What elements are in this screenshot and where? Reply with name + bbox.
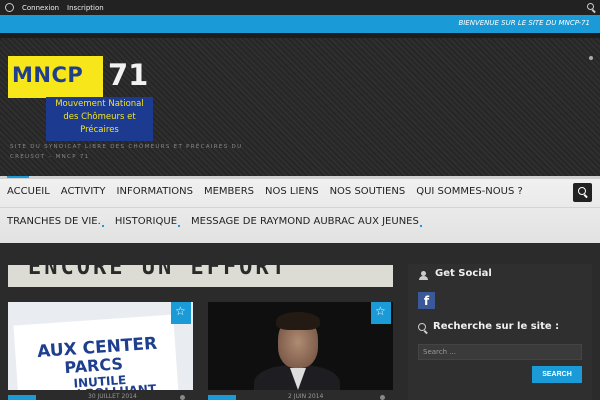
- users-icon: [418, 271, 430, 280]
- submenu-indicator-icon: [419, 225, 422, 227]
- category-badge[interactable]: [208, 395, 236, 400]
- admin-search-icon[interactable]: [587, 3, 596, 12]
- nav-item-accueil[interactable]: ACCUEIL: [0, 176, 54, 197]
- admin-bar: Connexion Inscription: [0, 0, 600, 15]
- submenu-indicator-icon: [101, 225, 104, 227]
- nav-item-informations[interactable]: INFORMATIONS: [110, 186, 197, 197]
- protest-sign-image: AUX CENTER PARCS INUTILE Grand POLLUANT: [13, 314, 179, 390]
- welcome-text: BIENVENUE SUR LE SITE DU MNCP-71: [458, 19, 590, 27]
- nav-item-historique[interactable]: HISTORIQUE: [108, 216, 184, 227]
- welcome-bar: BIENVENUE SUR LE SITE DU MNCP-71: [0, 15, 600, 33]
- post-meta-2: 2 JUIN 2014: [208, 393, 393, 400]
- logo-line-2: des Chômeurs et: [63, 112, 136, 122]
- nav-row-1: ACCUEIL ACTIVITY INFORMATIONS MEMBERS NO…: [0, 176, 527, 197]
- logo-mncp[interactable]: MNCP: [8, 56, 103, 98]
- favorite-star-icon[interactable]: [371, 302, 391, 324]
- logo-line-3: Précaires: [80, 125, 119, 135]
- site-tagline: SITE DU SYNDICAT LIBRE DES CHÔMEURS ET P…: [10, 144, 243, 160]
- nav-item-members[interactable]: MEMBERS: [197, 186, 258, 197]
- post-date: 30 JUILLET 2014: [88, 393, 137, 400]
- search-input[interactable]: [418, 344, 582, 360]
- register-link[interactable]: Inscription: [67, 4, 104, 12]
- comment-icon[interactable]: [180, 395, 185, 400]
- nav-divider: [0, 207, 600, 208]
- login-link[interactable]: Connexion: [22, 4, 59, 12]
- nav-top-border: [0, 176, 600, 179]
- nav-label-message-aubrac: MESSAGE DE RAYMOND AUBRAC AUX JEUNES: [191, 216, 419, 227]
- sidebar: Get Social f Recherche sur le site : SEA…: [408, 264, 592, 400]
- post-date: 2 JUIN 2014: [288, 393, 324, 400]
- widget-title-search: Recherche sur le site :: [433, 321, 560, 332]
- wordpress-logo-icon[interactable]: [0, 0, 18, 15]
- slider-image-text: ENCORE UN EFFORT: [28, 265, 288, 280]
- nav-item-message-aubrac[interactable]: MESSAGE DE RAYMOND AUBRAC AUX JEUNES: [184, 216, 426, 227]
- logo-abbr: MNCP: [12, 63, 84, 87]
- nav-item-qui-sommes-nous[interactable]: QUI SOMMES-NOUS ?: [409, 186, 527, 197]
- header-dot-icon: [589, 56, 593, 60]
- logo-subtitle-box[interactable]: Mouvement National des Chômeurs et Préca…: [46, 97, 153, 141]
- facebook-icon[interactable]: f: [418, 292, 435, 309]
- nav-item-activity[interactable]: ACTIVITY: [54, 186, 110, 197]
- nav-label-historique: HISTORIQUE: [114, 216, 178, 227]
- logo-line-1: Mouvement National: [55, 99, 144, 109]
- widget-title-social: Get Social: [435, 268, 492, 279]
- submenu-indicator-icon: [178, 225, 181, 227]
- nav-label-tranches-de-vie: TRANCHES DE VIE.: [7, 216, 101, 227]
- post-card-2[interactable]: [208, 302, 393, 390]
- search-button[interactable]: SEARCH: [532, 366, 582, 383]
- logo-number: 71: [108, 58, 149, 92]
- post-meta-1: 30 JUILLET 2014: [8, 393, 193, 400]
- nav-search-icon[interactable]: [573, 183, 592, 202]
- nav-item-nos-liens[interactable]: NOS LIENS: [258, 186, 323, 197]
- portrait-image: [254, 310, 340, 390]
- post-card-1[interactable]: AUX CENTER PARCS INUTILE Grand POLLUANT: [8, 302, 193, 390]
- favorite-star-icon[interactable]: [171, 302, 191, 324]
- category-badge[interactable]: [8, 395, 36, 400]
- nav-item-tranches-de-vie[interactable]: TRANCHES DE VIE.: [0, 216, 108, 227]
- nav-row-2: TRANCHES DE VIE. HISTORIQUE MESSAGE DE R…: [0, 216, 426, 227]
- site-header: MNCP 71 Mouvement National des Chômeurs …: [0, 38, 600, 176]
- featured-slider[interactable]: ENCORE UN EFFORT: [8, 265, 393, 287]
- nav-item-nos-soutiens[interactable]: NOS SOUTIENS: [323, 186, 410, 197]
- comment-icon[interactable]: [380, 395, 385, 400]
- search-icon: [418, 323, 429, 334]
